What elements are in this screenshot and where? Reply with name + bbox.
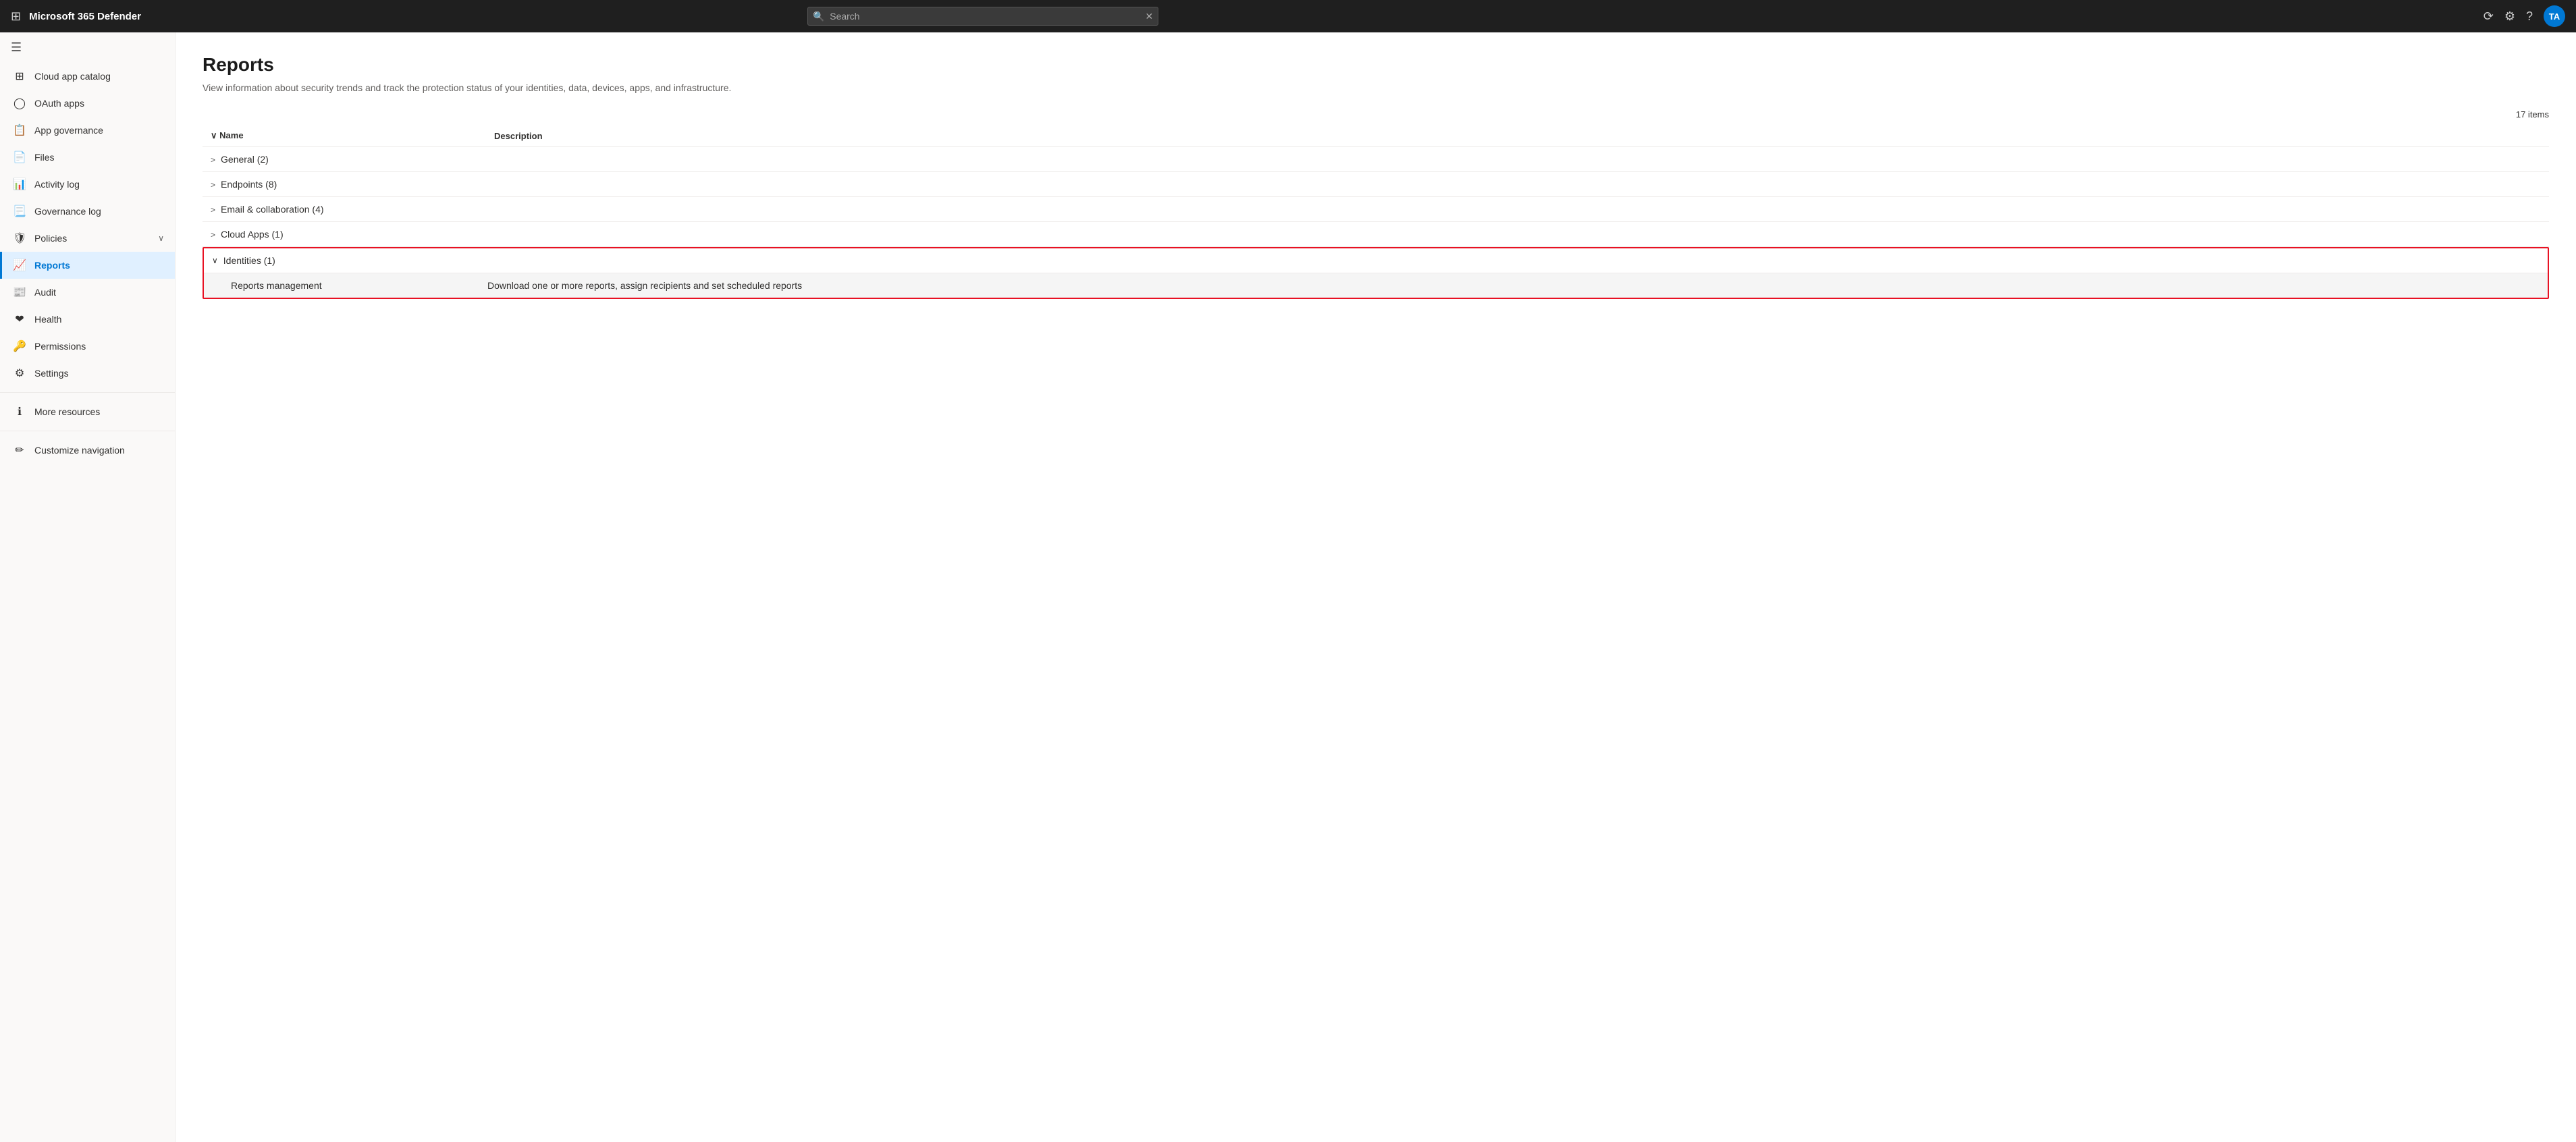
group-row-general[interactable]: > General (2) (203, 147, 2549, 172)
group-row-identities[interactable]: ∨ Identities (1) (204, 248, 2548, 273)
sidebar-item-more-resources[interactable]: ℹ More resources (0, 398, 175, 425)
app-governance-icon: 📋 (13, 124, 26, 137)
sidebar-label: Reports (34, 260, 70, 271)
sidebar-label: Customize navigation (34, 445, 125, 456)
sidebar-item-files[interactable]: 📄 Files (0, 144, 175, 171)
group-chevron-icon: > (211, 205, 215, 215)
group-chevron-icon: ∨ (212, 256, 218, 265)
group-chevron-icon: > (211, 230, 215, 240)
group-row-email-collaboration[interactable]: > Email & collaboration (4) (203, 197, 2549, 222)
sidebar-item-policies[interactable]: 🛡 Policies ∨ (0, 225, 175, 252)
policies-chevron-icon: ∨ (158, 234, 164, 243)
reports-icon: 📈 (13, 259, 26, 272)
sidebar-item-settings[interactable]: ⚙ Settings (0, 360, 175, 387)
group-chevron-icon: > (211, 155, 215, 165)
sidebar-item-oauth-apps[interactable]: ◯ OAuth apps (0, 90, 175, 117)
sort-arrow-icon: ∨ (211, 130, 217, 140)
sidebar-toggle[interactable]: ☰ (0, 32, 175, 63)
group-label: Cloud Apps (1) (221, 229, 284, 240)
sidebar-item-permissions[interactable]: 🔑 Permissions (0, 333, 175, 360)
hamburger-icon: ☰ (11, 40, 22, 55)
group-row-endpoints[interactable]: > Endpoints (8) (203, 172, 2549, 197)
sidebar-item-app-governance[interactable]: 📋 App governance (0, 117, 175, 144)
help-button[interactable]: ? (2526, 9, 2533, 24)
group-label: Email & collaboration (4) (221, 204, 324, 215)
items-count: 17 items (203, 109, 2549, 119)
layout: ☰ ⊞ Cloud app catalog ◯ OAuth apps 📋 App… (0, 32, 2576, 1142)
group-chevron-icon: > (211, 180, 215, 190)
topbar-actions: ⟳ ⚙ ? TA (2484, 5, 2565, 27)
sidebar: ☰ ⊞ Cloud app catalog ◯ OAuth apps 📋 App… (0, 32, 176, 1142)
search-icon: 🔍 (813, 11, 824, 22)
app-title: Microsoft 365 Defender (29, 11, 141, 22)
search-input[interactable] (807, 7, 1158, 26)
sidebar-label: Files (34, 152, 55, 163)
sidebar-item-governance-log[interactable]: 📃 Governance log (0, 198, 175, 225)
sidebar-label: Activity log (34, 179, 80, 190)
more-resources-icon: ℹ (13, 405, 26, 418)
files-icon: 📄 (13, 151, 26, 164)
highlighted-group-wrapper: ∨ Identities (1) Reports managementDownloa… (203, 247, 2549, 300)
report-table: ∨ Name Description > General (2) > Endpoint… (203, 125, 2549, 299)
col-header-name[interactable]: ∨ Name (203, 125, 486, 147)
sidebar-label: Cloud app catalog (34, 71, 111, 82)
settings-icon-button[interactable]: ⚙ (2504, 9, 2515, 24)
sidebar-label: Governance log (34, 206, 101, 217)
sidebar-divider (0, 392, 175, 393)
governance-log-icon: 📃 (13, 205, 26, 218)
main-content: Reports View information about security … (176, 32, 2576, 1142)
sidebar-label: Health (34, 314, 61, 325)
audit-icon: 📰 (13, 286, 26, 299)
oauth-apps-icon: ◯ (13, 97, 26, 110)
group-label: General (2) (221, 154, 269, 165)
settings-nav-icon: ⚙ (13, 366, 26, 380)
user-avatar[interactable]: TA (2544, 5, 2565, 27)
policies-icon: 🛡 (13, 232, 26, 245)
health-icon: ❤ (13, 312, 26, 326)
group-label: Endpoints (8) (221, 179, 277, 190)
sidebar-label: More resources (34, 406, 100, 417)
sidebar-label: App governance (34, 125, 103, 136)
group-label: Identities (1) (223, 255, 275, 266)
sidebar-label: Settings (34, 368, 69, 379)
page-title: Reports (203, 54, 2549, 76)
sidebar-item-cloud-app-catalog[interactable]: ⊞ Cloud app catalog (0, 63, 175, 90)
clear-search-icon[interactable]: ✕ (1146, 11, 1154, 22)
activity-log-icon: 📊 (13, 178, 26, 191)
permissions-icon: 🔑 (13, 339, 26, 353)
sidebar-item-health[interactable]: ❤ Health (0, 306, 175, 333)
sidebar-item-activity-log[interactable]: 📊 Activity log (0, 171, 175, 198)
sub-row-reports-management[interactable]: Reports managementDownload one or more r… (204, 273, 2548, 298)
cloud-app-catalog-icon: ⊞ (13, 70, 26, 83)
sub-row-name: Reports management (231, 280, 487, 291)
col-header-description: Description (486, 125, 2549, 147)
grid-icon[interactable]: ⊞ (11, 9, 21, 24)
sidebar-label: Audit (34, 287, 56, 298)
topbar: ⊞ Microsoft 365 Defender 🔍 ✕ ⟳ ⚙ ? TA (0, 0, 2576, 32)
sub-row-description: Download one or more reports, assign rec… (487, 280, 802, 291)
sidebar-label: OAuth apps (34, 98, 84, 109)
sidebar-item-reports[interactable]: 📈 Reports (0, 252, 175, 279)
sidebar-label: Permissions (34, 341, 86, 352)
search-bar: 🔍 ✕ (807, 7, 1158, 26)
group-row-cloud-apps[interactable]: > Cloud Apps (1) (203, 222, 2549, 247)
sidebar-item-customize-navigation[interactable]: ✏ Customize navigation (0, 437, 175, 464)
customize-icon: ✏ (13, 443, 26, 457)
page-description: View information about security trends a… (203, 82, 2549, 93)
sidebar-label: Policies (34, 233, 67, 244)
feedback-button[interactable]: ⟳ (2484, 9, 2494, 24)
sidebar-item-audit[interactable]: 📰 Audit (0, 279, 175, 306)
